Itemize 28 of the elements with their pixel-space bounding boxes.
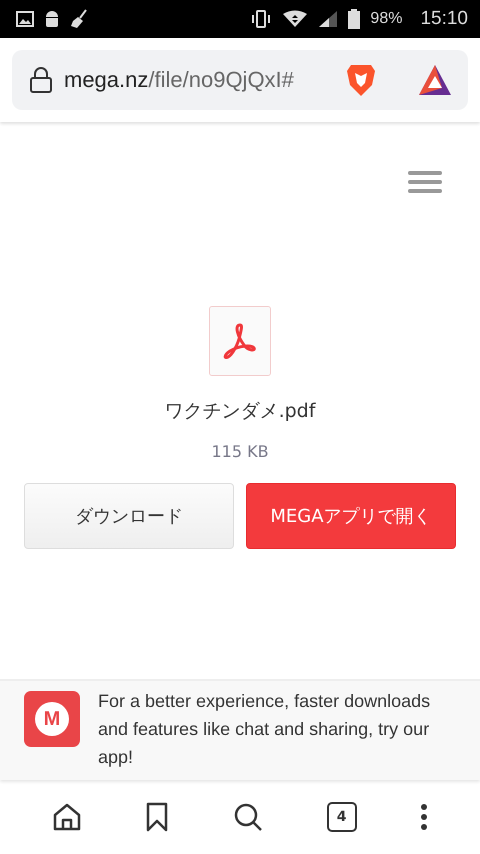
triangle-logo-icon[interactable] <box>418 64 452 96</box>
battery-level: 98% <box>370 10 402 28</box>
lock-icon <box>30 67 52 93</box>
lion-shield-icon[interactable] <box>346 63 376 97</box>
wifi-icon <box>282 10 308 28</box>
pdf-file-icon <box>209 306 271 376</box>
banner-text: For a better experience, faster downloads and features like chat and sharing, try our app! <box>98 690 432 769</box>
download-button[interactable]: ダウンロード <box>24 483 234 549</box>
battery-icon <box>348 9 360 29</box>
clock: 15:10 <box>420 8 468 30</box>
menu-icon[interactable] <box>408 170 442 194</box>
signal-icon <box>318 10 338 28</box>
url-domain: mega.nz <box>64 67 148 92</box>
vibrate-icon <box>250 10 272 28</box>
url-path: /file/no9QjQxI# <box>148 67 294 92</box>
bookmark-icon[interactable] <box>145 802 170 832</box>
open-in-app-button[interactable]: MEGAアプリで開く <box>246 483 456 549</box>
search-icon[interactable] <box>232 802 263 832</box>
android-icon <box>44 10 60 28</box>
more-options-icon[interactable] <box>420 803 428 831</box>
home-icon[interactable] <box>52 802 82 832</box>
file-name: ワクチンダメ.pdf <box>164 399 316 424</box>
broom-icon <box>70 9 88 29</box>
file-size: 115 KB <box>211 442 269 461</box>
app-logo-icon: M <box>24 691 80 747</box>
gallery-icon <box>16 11 34 27</box>
tab-count-button[interactable]: 4 <box>326 802 357 832</box>
address-bar[interactable]: mega.nz/file/no9QjQxI# <box>12 50 468 110</box>
